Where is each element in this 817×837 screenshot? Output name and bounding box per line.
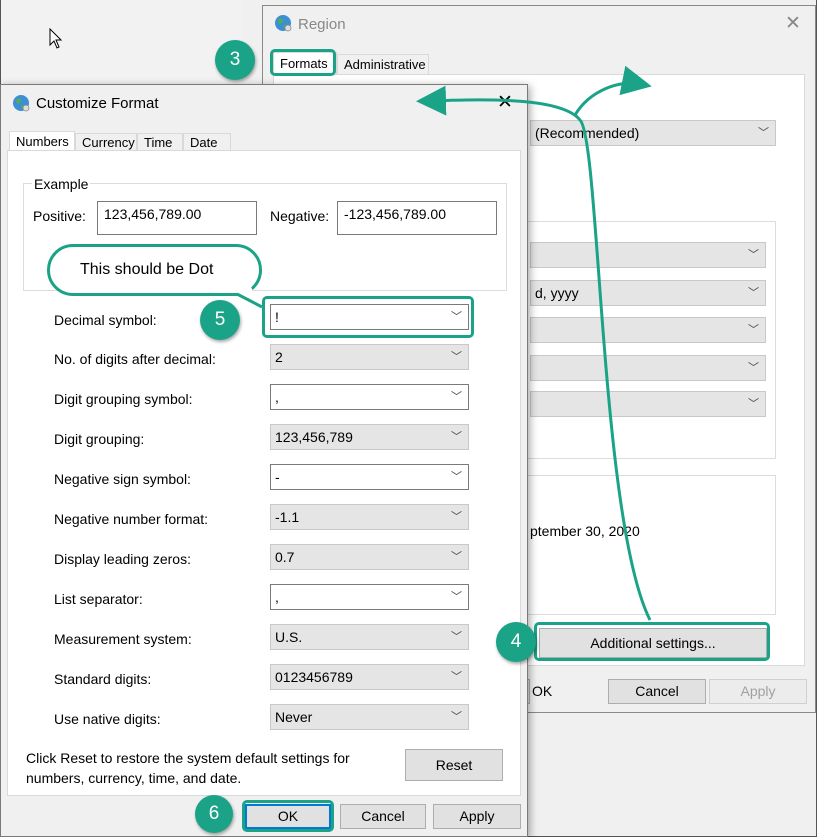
step-6-badge: 6 [195, 795, 233, 833]
decimal-symbol-highlight [262, 296, 474, 338]
additional-settings-highlight [534, 622, 770, 661]
annotation-arrow [416, 65, 652, 621]
step-4-badge: 4 [496, 622, 536, 662]
callout-pointer [236, 285, 263, 309]
ok-button-highlight [242, 800, 334, 832]
